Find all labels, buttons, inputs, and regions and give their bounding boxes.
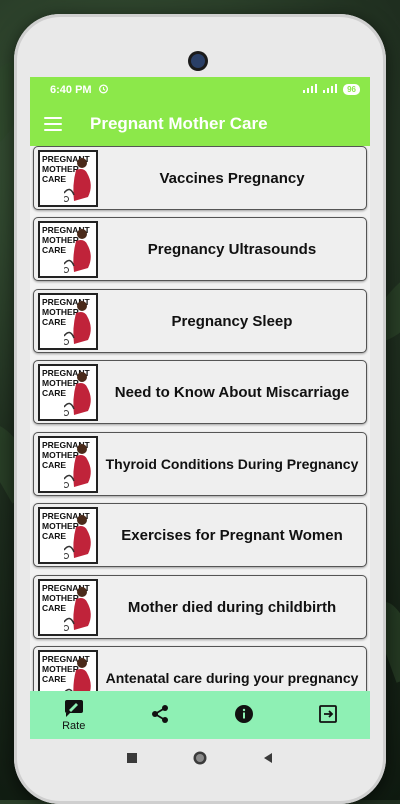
system-navigation-bar xyxy=(30,740,370,780)
status-bar: 6:40 PM 96 xyxy=(30,77,370,102)
pregnant-mother-logo: PREGNANT MOTHER CARE xyxy=(38,149,98,207)
back-button[interactable] xyxy=(262,751,274,769)
list-item-label: Mother died during childbirth xyxy=(127,598,337,616)
exit-button[interactable] xyxy=(318,704,338,727)
rate-button[interactable]: Rate xyxy=(62,699,85,732)
list-item-label: Vaccines Pregnancy xyxy=(159,169,305,187)
alarm-icon xyxy=(98,83,109,97)
list-item-label: Pregnancy Ultrasounds xyxy=(147,240,317,258)
recents-button[interactable] xyxy=(126,751,138,769)
pregnant-mother-logo: PREGNANT MOTHER CARE xyxy=(38,363,98,421)
info-button[interactable] xyxy=(234,704,254,727)
pregnant-mother-logo: PREGNANT MOTHER CARE xyxy=(38,506,98,564)
list-item-label: Pregnancy Sleep xyxy=(171,312,293,330)
list-item[interactable]: PREGNANT MOTHER CARE Antenatal care during… xyxy=(33,646,367,691)
list-item[interactable]: PREGNANT MOTHER CARE Pregnancy Ultrasounds xyxy=(33,217,367,281)
signal-icon xyxy=(303,83,318,96)
list-item[interactable]: PREGNANT MOTHER CARE Thyroid Conditions Du… xyxy=(33,432,367,496)
topic-list[interactable]: PREGNANT MOTHER CARE Vaccines Pregnancy PR… xyxy=(30,146,370,691)
app-screen: 6:40 PM 96 Pregnant Mother Care PREGNANT… xyxy=(30,77,370,739)
rate-label: Rate xyxy=(62,719,86,732)
list-item[interactable]: PREGNANT MOTHER CARE Mother died during ch… xyxy=(33,575,367,639)
share-icon xyxy=(150,704,170,727)
list-item[interactable]: PREGNANT MOTHER CARE Exercises for Pregnan… xyxy=(33,503,367,567)
share-button[interactable] xyxy=(150,704,170,727)
list-item[interactable]: PREGNANT MOTHER CARE Need to Know About Mi… xyxy=(33,360,367,424)
home-button[interactable] xyxy=(192,750,208,771)
list-item[interactable]: PREGNANT MOTHER CARE Pregnancy Sleep xyxy=(33,289,367,353)
list-item[interactable]: PREGNANT MOTHER CARE Vaccines Pregnancy xyxy=(33,146,367,210)
hamburger-menu-icon[interactable] xyxy=(44,117,62,131)
app-bar: Pregnant Mother Care xyxy=(30,102,370,146)
info-icon xyxy=(234,704,254,727)
pregnant-mother-logo: PREGNANT MOTHER CARE xyxy=(38,220,98,278)
list-item-label: Antenatal care during your pregnancy xyxy=(105,670,359,686)
bottom-navigation: Rate xyxy=(30,691,370,739)
pregnant-mother-logo: PREGNANT MOTHER CARE xyxy=(38,578,98,636)
list-item-label: Thyroid Conditions During Pregnancy xyxy=(105,456,359,472)
status-time: 6:40 PM xyxy=(50,83,92,96)
battery-indicator: 96 xyxy=(343,84,360,95)
front-camera xyxy=(191,54,205,68)
app-title: Pregnant Mother Care xyxy=(90,114,268,133)
exit-icon xyxy=(318,704,338,727)
list-item-label: Exercises for Pregnant Women xyxy=(121,526,343,544)
pregnant-mother-logo: PREGNANT MOTHER CARE xyxy=(38,649,98,691)
pregnant-mother-logo: PREGNANT MOTHER CARE xyxy=(38,292,98,350)
list-item-label: Need to Know About Miscarriage xyxy=(114,383,350,401)
rate-icon xyxy=(64,699,84,720)
pregnant-mother-logo: PREGNANT MOTHER CARE xyxy=(38,435,98,493)
signal-icon-2 xyxy=(323,83,338,96)
